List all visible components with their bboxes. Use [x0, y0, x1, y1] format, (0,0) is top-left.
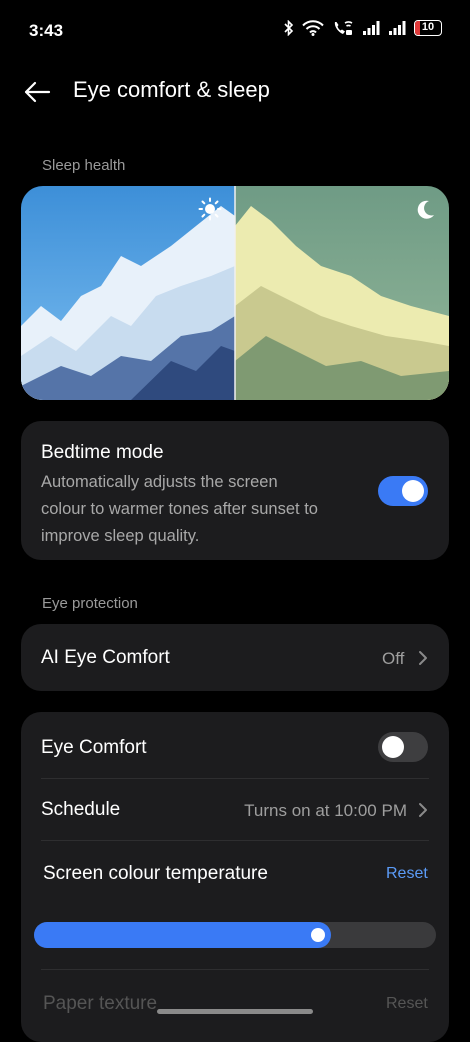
divider: [41, 969, 429, 970]
mountain-illustration: [21, 186, 449, 400]
header: Eye comfort & sleep: [0, 60, 470, 124]
divider: [41, 840, 429, 841]
status-icons: 10: [284, 20, 442, 36]
section-label-eye-protection: Eye protection: [42, 595, 138, 612]
home-indicator: [157, 1009, 313, 1014]
sun-icon: [198, 197, 222, 221]
battery-icon: 10: [414, 20, 442, 36]
section-label-sleep-health: Sleep health: [42, 157, 126, 174]
paper-texture-reset-button[interactable]: Reset: [386, 995, 428, 1013]
paper-texture-title: Paper texture: [43, 993, 158, 1014]
schedule-value: Turns on at 10:00 PM: [244, 801, 407, 820]
slider-fill: [34, 922, 331, 948]
screen-colour-temperature-title: Screen colour temperature: [43, 863, 268, 884]
bedtime-mode-description-line-3: improve sleep quality.: [41, 527, 200, 545]
bedtime-mode-title: Bedtime mode: [41, 442, 164, 463]
bedtime-mode-description-line-2: colour to warmer tones after sunset to: [41, 500, 318, 518]
eye-comfort-card: Eye Comfort Schedule Turns on at 10:00 P…: [21, 712, 449, 1042]
schedule-title: Schedule: [41, 799, 121, 820]
screen-colour-temperature-slider[interactable]: [34, 922, 436, 948]
bluetooth-icon: [284, 20, 294, 36]
bedtime-mode-card[interactable]: Bedtime mode Automatically adjusts the s…: [21, 421, 449, 560]
eye-comfort-title: Eye Comfort: [41, 737, 147, 758]
status-time: 3:43: [29, 21, 64, 40]
sleep-health-preview: [21, 186, 449, 400]
page-title: Eye comfort & sleep: [73, 77, 270, 102]
slider-thumb[interactable]: [311, 928, 325, 942]
wifi-icon: [302, 20, 324, 36]
status-bar: 3:43 10: [0, 0, 470, 60]
divider: [41, 778, 429, 779]
ai-eye-comfort-row[interactable]: AI Eye Comfort Off: [21, 624, 449, 691]
signal-icon: [363, 21, 380, 35]
screen-colour-temperature-reset-button[interactable]: Reset: [386, 865, 428, 883]
ai-eye-comfort-value: Off: [382, 649, 405, 668]
wifi-calling-icon: [334, 21, 353, 35]
chevron-right-icon: [419, 803, 427, 817]
bedtime-mode-description-line-1: Automatically adjusts the screen: [41, 473, 278, 491]
battery-level: 10: [421, 21, 435, 33]
ai-eye-comfort-title: AI Eye Comfort: [41, 647, 170, 668]
eye-comfort-toggle[interactable]: [378, 732, 428, 762]
moon-icon: [417, 200, 434, 219]
signal-icon: [389, 21, 406, 35]
chevron-right-icon: [419, 651, 427, 665]
bedtime-mode-toggle[interactable]: [378, 476, 428, 506]
arrow-left-icon[interactable]: [22, 77, 52, 107]
